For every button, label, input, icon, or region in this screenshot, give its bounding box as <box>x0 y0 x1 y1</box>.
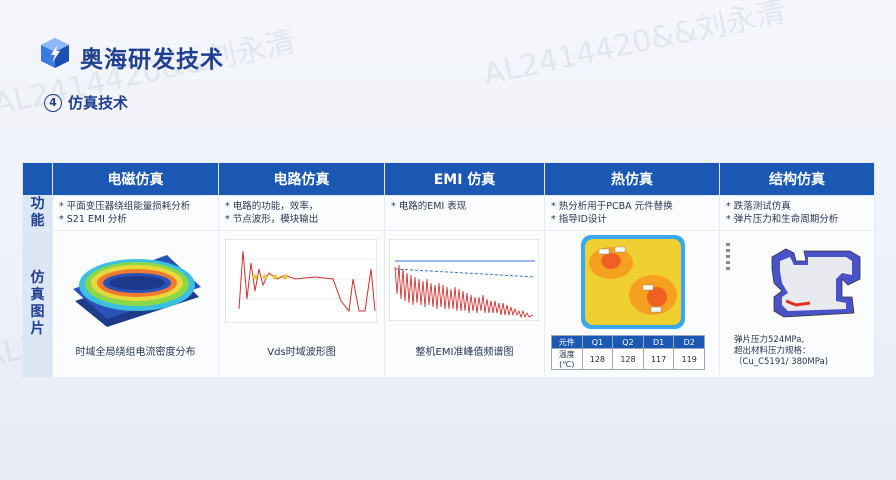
function-cell-emi: * 电路的EMI 表现 <box>384 195 545 231</box>
watermark: AL2414420&&刘永清 <box>480 0 789 93</box>
function-cell-circuit: * 电路的功能，效率， * 节点波形，模块输出 <box>218 195 385 231</box>
simulation-table: 电磁仿真 电路仿真 EMI 仿真 热仿真 结构仿真 功 能 * 平面变压器绕组能… <box>22 162 875 378</box>
image-cell-circuit: Vds时域波形图 <box>218 230 385 378</box>
temp-value-cell: 温度(℃) <box>551 348 583 370</box>
temp-value-cell: 119 <box>673 348 705 370</box>
col-header-structure: 结构仿真 <box>719 162 875 196</box>
temp-header-cell: Q1 <box>581 335 614 349</box>
temp-header-cell: D1 <box>642 335 675 349</box>
image-cell-emi: 整机EMI准峰值频谱图 <box>384 230 545 378</box>
section-title: 仿真技术 <box>68 94 129 112</box>
caption-emi: 整机EMI准峰值频谱图 <box>415 347 514 358</box>
temp-value-cell: 117 <box>642 348 675 370</box>
row-head-images: 仿 真 图 片 <box>22 230 53 378</box>
col-header-em: 电磁仿真 <box>52 162 219 196</box>
section-number: 4 <box>44 93 62 112</box>
temp-header-cell: Q2 <box>612 335 644 349</box>
structure-spec: 弹片压力524MPa, 超出材料压力规格： （Cu_C5191/ 380MPa) <box>734 335 829 367</box>
function-cell-em: * 平面变压器绕组能量损耗分析 * S21 EMI 分析 <box>52 195 219 231</box>
function-cell-structure: * 跌落测试仿真 * 弹片压力和生命周期分析 <box>719 195 875 231</box>
caption-circuit: Vds时域波形图 <box>267 347 336 358</box>
thermal-temperature-table: 元件 Q1 Q2 D1 D2 温度(℃) 128 128 117 119 <box>551 335 705 370</box>
emi-spectrum-image <box>389 239 539 321</box>
thermal-map-image <box>581 235 685 329</box>
corner-cell <box>22 162 53 196</box>
logo-icon <box>38 36 72 70</box>
temp-value-cell: 128 <box>612 348 644 370</box>
temp-value-cell: 128 <box>581 348 614 370</box>
vds-waveform-image <box>225 239 377 323</box>
col-header-emi: EMI 仿真 <box>384 162 545 196</box>
temp-header-cell: D2 <box>673 335 705 349</box>
col-header-thermal: 热仿真 <box>544 162 720 196</box>
col-header-circuit: 电路仿真 <box>218 162 385 196</box>
brand-title: 奥海研发技术 <box>80 47 224 73</box>
image-cell-structure: 弹片压力524MPa, 超出材料压力规格： （Cu_C5191/ 380MPa) <box>719 230 875 378</box>
function-cell-thermal: * 热分析用于PCBA 元件替换 * 指导ID设计 <box>544 195 720 231</box>
image-cell-em: 时域全局绕组电流密度分布 <box>52 230 219 378</box>
temp-header-cell: 元件 <box>551 335 583 349</box>
em-current-density-image <box>73 255 201 327</box>
row-head-function: 功 能 <box>22 195 53 231</box>
image-cell-thermal: 元件 Q1 Q2 D1 D2 温度(℃) 128 128 117 119 <box>544 230 720 378</box>
structure-stress-image <box>726 243 861 318</box>
caption-em: 时域全局绕组电流密度分布 <box>75 347 196 358</box>
section-heading: 4 仿真技术 <box>44 92 128 113</box>
